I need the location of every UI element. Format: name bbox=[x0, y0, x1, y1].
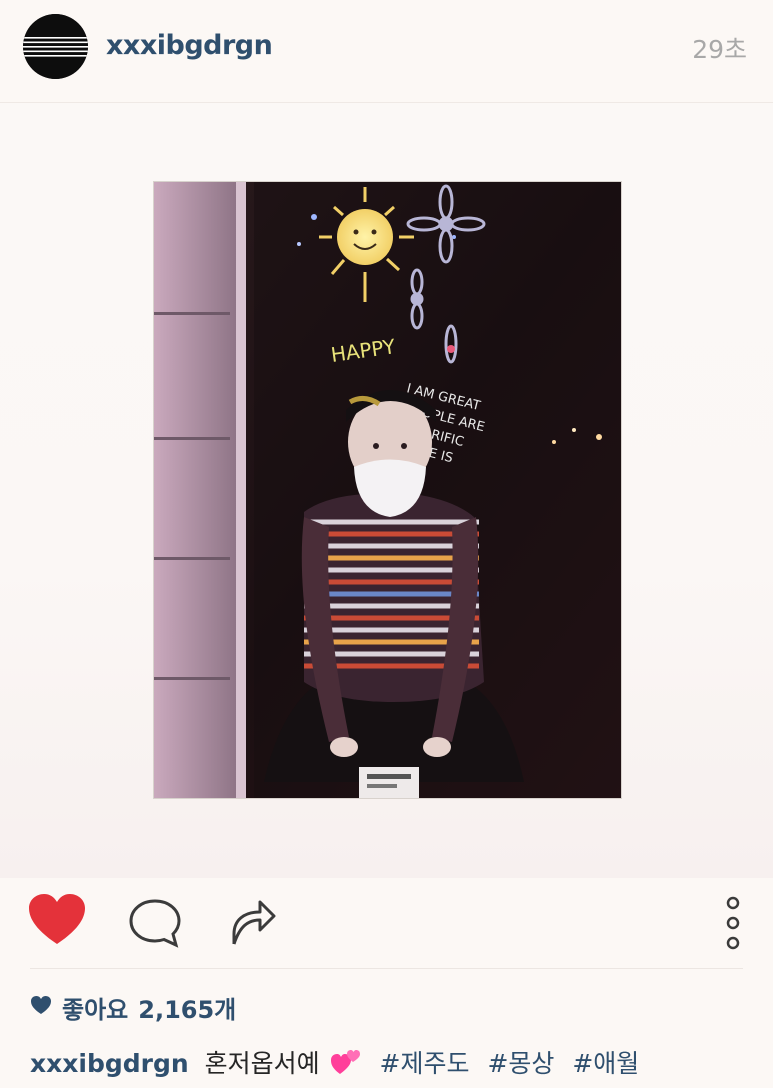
likes-label: 좋아요 bbox=[62, 995, 129, 1024]
action-bar bbox=[0, 878, 773, 968]
photo-image: HAPPY I AM GREAT PEOPLE ARE TERRIFIC LIF… bbox=[154, 182, 621, 798]
post-media-area: HAPPY I AM GREAT PEOPLE ARE TERRIFIC LIF… bbox=[0, 103, 773, 878]
avatar-stripes-icon bbox=[23, 14, 88, 79]
caption-username[interactable]: xxxibgdrgn bbox=[30, 1049, 189, 1078]
hashtag-link[interactable]: #애월 bbox=[572, 1049, 639, 1078]
likes-count: 2,165개 bbox=[138, 995, 237, 1024]
post-timestamp: 29초 bbox=[692, 35, 747, 64]
hashtag-link[interactable]: #제주도 bbox=[380, 1049, 470, 1078]
hashtag-link[interactable]: #몽상 bbox=[487, 1049, 554, 1078]
header-username[interactable]: xxxibgdrgn bbox=[106, 30, 273, 61]
caption: xxxibgdrgn 혼저옵서예 #제주도 #몽상 #애월 bbox=[30, 1044, 639, 1082]
post-photo[interactable]: HAPPY I AM GREAT PEOPLE ARE TERRIFIC LIF… bbox=[153, 181, 622, 799]
heart-small-icon bbox=[30, 993, 52, 1021]
caption-text: 혼저옵서예 bbox=[204, 1049, 320, 1078]
likes-row[interactable]: 좋아요 2,165개 bbox=[30, 990, 236, 1024]
two-hearts-emoji-icon bbox=[330, 1048, 362, 1082]
more-options-icon[interactable] bbox=[720, 892, 746, 958]
share-icon[interactable] bbox=[230, 896, 276, 950]
divider bbox=[30, 968, 743, 969]
profile-avatar[interactable] bbox=[23, 14, 88, 79]
heart-icon[interactable] bbox=[28, 894, 86, 950]
post-header: xxxibgdrgn 29초 bbox=[0, 0, 773, 103]
comment-icon[interactable] bbox=[128, 898, 182, 952]
